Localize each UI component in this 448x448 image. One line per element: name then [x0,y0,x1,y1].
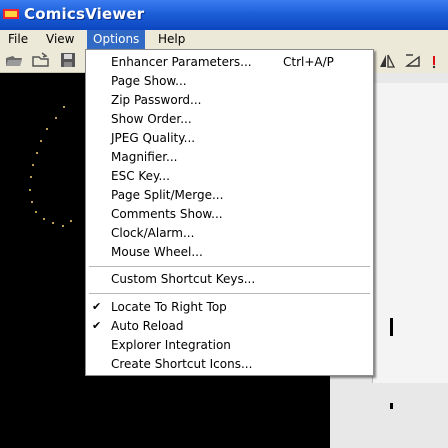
menu-item-label: JPEG Quality... [111,131,196,145]
menu-item-label: Page Show... [111,74,187,88]
window-title: ComicsViewer [24,5,145,23]
menu-item-accelerator: Ctrl+A/P [283,55,334,69]
menu-item-custom-shortcut-keys[interactable]: Custom Shortcut Keys... [86,270,373,288]
title-bar: ComicsViewer [0,0,448,30]
open-icon[interactable] [4,51,24,69]
menu-item-label: Page Split/Merge... [111,188,224,202]
flip-icon[interactable] [378,53,396,69]
menu-item-label: Custom Shortcut Keys... [111,272,256,286]
menu-bar: File View Options Help [0,30,448,49]
page-mark-icon[interactable] [428,53,446,69]
options-menu: Enhancer Parameters... Ctrl+A/P Page Sho… [85,49,374,376]
menu-item-label: ESC Key... [111,169,170,183]
menu-item-create-shortcut-icons[interactable]: Create Shortcut Icons... [86,355,373,373]
scroll-marker-lower [390,403,393,409]
menu-item-label: Show Order... [111,112,192,126]
menu-item-label: Explorer Integration [111,338,231,352]
menu-item-label: Mouse Wheel... [111,245,203,259]
menu-item-label: Clock/Alarm... [111,226,195,240]
rotate-icon[interactable] [404,53,422,69]
menu-item-page-show[interactable]: Page Show... [86,72,373,90]
menu-file[interactable]: File [2,30,34,49]
open-folder-icon[interactable] [31,51,51,69]
check-icon: ✔ [92,300,102,313]
check-icon: ✔ [92,319,102,332]
scroll-marker [390,318,393,336]
save-icon[interactable] [58,51,78,69]
menu-item-esc-key[interactable]: ESC Key... [86,167,373,185]
app-icon [3,9,19,19]
menu-item-zip-password[interactable]: Zip Password... [86,91,373,109]
menu-view[interactable]: View [40,30,80,49]
menu-separator [89,293,370,294]
menu-item-enhancer-parameters[interactable]: Enhancer Parameters... Ctrl+A/P [86,53,373,71]
menu-item-label: Enhancer Parameters... [111,55,252,69]
menu-item-jpeg-quality[interactable]: JPEG Quality... [86,129,373,147]
menu-options[interactable]: Options [87,30,146,49]
menu-item-explorer-integration[interactable]: Explorer Integration [86,336,373,354]
menu-item-label: Auto Reload [111,319,184,333]
menu-item-label: Locate To Right Top [111,300,227,314]
menu-item-show-order[interactable]: Show Order... [86,110,373,128]
menu-item-clock-alarm[interactable]: Clock/Alarm... [86,224,373,242]
menu-item-label: Zip Password... [111,93,202,107]
menu-item-page-split-merge[interactable]: Page Split/Merge... [86,186,373,204]
menu-item-auto-reload[interactable]: ✔ Auto Reload [86,317,373,335]
menu-item-mouse-wheel[interactable]: Mouse Wheel... [86,243,373,261]
toolbar-right [370,49,448,73]
menu-help[interactable]: Help [152,30,191,49]
menu-item-label: Create Shortcut Icons... [111,357,253,371]
menu-item-comments-show[interactable]: Comments Show... [86,205,373,223]
menu-item-label: Magnifier... [111,150,178,164]
menu-separator [89,266,370,267]
menu-item-label: Comments Show... [111,207,223,221]
menu-item-magnifier[interactable]: Magnifier... [86,148,373,166]
page-thumbnail [372,83,448,383]
menu-item-locate-to-right-top[interactable]: ✔ Locate To Right Top [86,298,373,316]
